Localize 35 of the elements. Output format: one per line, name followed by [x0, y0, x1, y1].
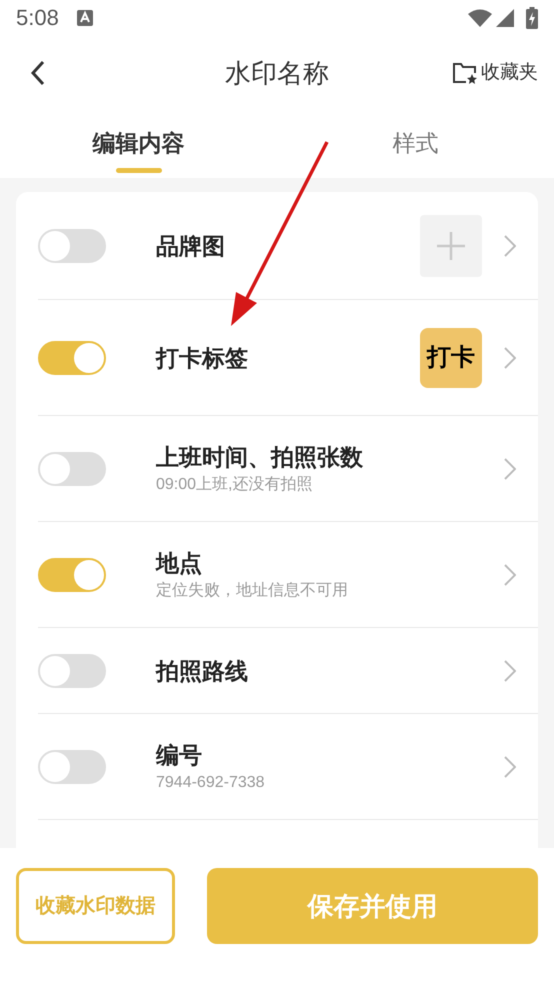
item-subtitle: 定位失败，地址信息不可用 — [156, 580, 349, 600]
chevron-right-icon[interactable] — [504, 756, 516, 778]
toggle-switch[interactable] — [38, 340, 106, 374]
notification-icon — [76, 10, 93, 26]
folder-star-icon — [452, 61, 478, 85]
chevron-right-icon[interactable] — [504, 660, 516, 682]
tab[interactable]: 编辑内容 — [0, 110, 277, 178]
item-title: 拍照路线 — [156, 656, 249, 686]
chevron-right-icon[interactable] — [504, 346, 516, 368]
tag-preview: 打卡 — [420, 328, 482, 388]
battery-icon — [526, 7, 538, 29]
toggle-switch[interactable] — [38, 452, 106, 486]
toggle-switch[interactable] — [38, 558, 106, 592]
signal-icon — [496, 9, 514, 27]
chevron-right-icon[interactable] — [504, 234, 516, 256]
chevron-right-icon[interactable] — [504, 564, 516, 586]
chevron-right-icon[interactable] — [504, 458, 516, 480]
toggle-switch[interactable] — [38, 228, 106, 262]
item-subtitle: 09:00上班,还没有拍照 — [156, 474, 314, 494]
back-icon[interactable] — [30, 60, 46, 86]
item-title: 打卡标签 — [156, 344, 249, 372]
item-title: 上班时间、拍照张数 — [156, 442, 364, 472]
item-title: 地点 — [156, 548, 203, 578]
item-title: 品牌图 — [156, 232, 226, 260]
tab[interactable]: 样式 — [277, 110, 554, 178]
wifi-icon — [468, 9, 492, 27]
plus-icon — [437, 232, 465, 260]
status-time: 5:08 — [16, 7, 59, 29]
toggle-switch[interactable] — [38, 654, 106, 688]
add-image-button[interactable] — [420, 214, 482, 276]
item-subtitle: 7944-692-7338 — [156, 772, 266, 792]
page-title: 水印名称 — [225, 56, 329, 90]
item-title: 编号 — [156, 740, 203, 770]
favorites-button[interactable]: 收藏夹 — [452, 58, 538, 88]
toggle-switch[interactable] — [38, 750, 106, 784]
